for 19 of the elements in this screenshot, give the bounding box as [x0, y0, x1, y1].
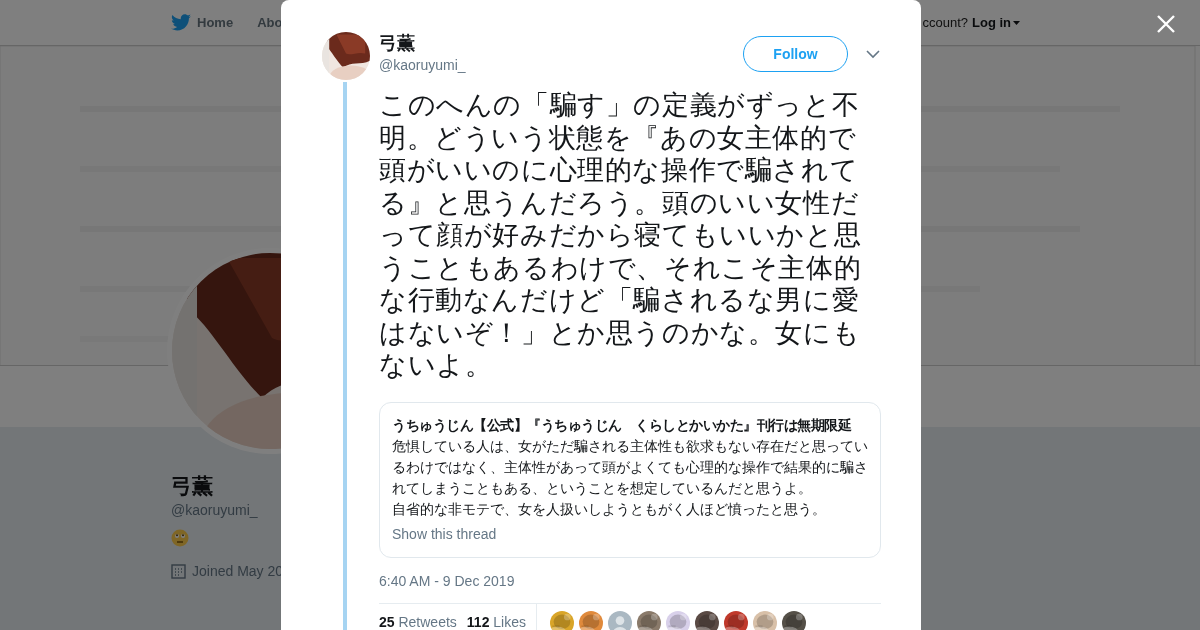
stat-link[interactable]: 112 Likes	[466, 612, 526, 630]
profile-name: 弓薫	[171, 473, 213, 499]
profile-handle: @kaoruyumi_	[171, 501, 258, 520]
show-thread-link[interactable]: Show this thread	[392, 523, 868, 544]
nav-link[interactable]: Home	[197, 12, 234, 33]
bird-icon	[171, 14, 191, 31]
quoted-text: 危惧している人は、女がただ騙される主体性も欲求もない存在だと思っているわけではなく、主体性があって頭がよくても心理的な操作で結果的に騙されてしまうこともある、ということを想定しているんだと思うよ。	[392, 436, 868, 498]
quoted-tweet[interactable]: うちゅうじん【公式】『うちゅうじん くらしとかいかた』刊行は無期限延 危惧している人は、女がただ騙される主体性も欲求もない存在だと思っているわけではなく、主体性があって頭がよくても心理的な操作で結果的に騙されてしまうこともある、ということを想定しているんだと思うよ。 自省的な非モテで、女を人扱いしようともがく人ほど憤ったと思う。 Show this thread	[379, 401, 881, 558]
nav-link[interactable]: Abo	[257, 12, 283, 33]
calendar-icon	[171, 564, 186, 579]
quoted-author: うちゅうじん【公式】『うちゅうじん くらしとかいかた』刊行は無期限延	[392, 415, 853, 435]
emoji-icon	[171, 529, 189, 547]
login-prompt: ccount?	[922, 13, 968, 32]
close-icon	[1156, 14, 1176, 34]
quoted-text: 自省的な非モテで、女を人扱いしようともがく人ほど憤ったと思う。	[392, 499, 827, 519]
stat-link[interactable]: 25 Retweets	[379, 612, 457, 630]
login-link[interactable]: Log in	[972, 12, 1020, 33]
tweet-time: 6:40 AM - 9 Dec 2019	[379, 571, 516, 591]
caret-icon	[1013, 20, 1020, 25]
